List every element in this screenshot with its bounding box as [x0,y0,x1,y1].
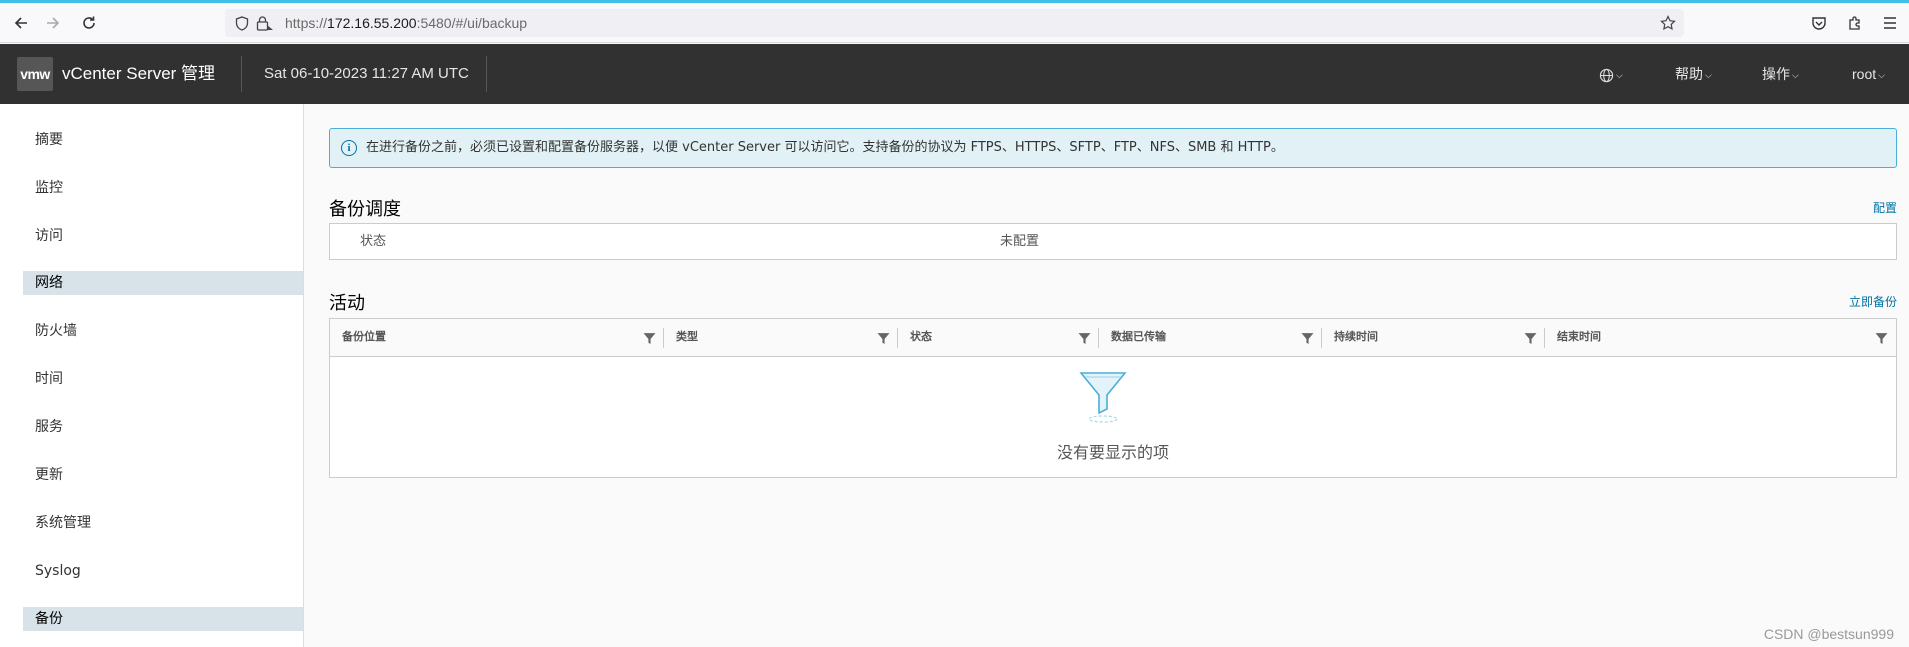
actions-menu[interactable]: 操作 ⌵ [1762,44,1799,104]
sidebar-item-access[interactable]: 访问 [23,224,303,248]
activity-grid: 备份位置 类型 状态 数据已传输 持续时间 结束时间 没有要显示的项 [329,318,1897,478]
url-text[interactable]: https://172.16.55.200:5480/#/ui/backup [285,9,527,37]
alert-text: 在进行备份之前，必须已设置和配置备份服务器，以便 vCenter Server … [366,140,1284,155]
schedule-status-label: 状态 [360,234,387,249]
chevron-down-icon: ⌵ [1792,70,1799,80]
backup-now-link[interactable]: 立即备份 [1849,293,1897,310]
user-menu-label: root [1852,66,1877,82]
header-datetime: Sat 06-10-2023 11:27 AM UTC [264,65,469,82]
column-label: 备份位置 [342,330,386,343]
column-header-end-time[interactable]: 结束时间 [1545,319,1896,357]
sidebar-item-syslog[interactable]: Syslog [23,559,303,583]
column-header-duration[interactable]: 持续时间 [1322,319,1545,357]
chevron-down-icon: ⌵ [1616,70,1623,80]
column-header-type[interactable]: 类型 [664,319,898,357]
hamburger-menu-icon[interactable] [1876,3,1904,43]
column-header-backup-location[interactable]: 备份位置 [330,319,664,357]
browser-toolbar: https://172.16.55.200:5480/#/ui/backup [0,3,1909,43]
filter-icon[interactable] [877,332,890,345]
backup-schedule-title: 备份调度 [329,199,401,220]
column-label: 持续时间 [1334,330,1378,343]
sidebar-item-firewall[interactable]: 防火墙 [23,319,303,343]
configure-link[interactable]: 配置 [1873,199,1897,216]
sidebar-item-monitor[interactable]: 监控 [23,176,303,200]
info-alert: i 在进行备份之前，必须已设置和配置备份服务器，以便 vCenter Serve… [329,128,1897,168]
column-label: 数据已传输 [1111,330,1166,343]
column-header-status[interactable]: 状态 [898,319,1099,357]
bookmark-star-icon[interactable] [1657,9,1679,37]
filter-icon[interactable] [1524,332,1537,345]
info-icon: i [341,140,357,156]
empty-state-text: 没有要显示的项 [1056,443,1169,462]
actions-menu-label: 操作 [1762,66,1790,82]
vmware-logo[interactable]: vmw [17,57,53,91]
sidebar-item-services[interactable]: 服务 [23,415,303,439]
address-bar[interactable]: https://172.16.55.200:5480/#/ui/backup [225,9,1684,37]
column-header-data-transferred[interactable]: 数据已传输 [1099,319,1322,357]
chevron-down-icon: ⌵ [1878,70,1885,80]
filter-icon[interactable] [1078,332,1091,345]
sidebar-item-administration[interactable]: 系统管理 [23,511,303,535]
help-menu[interactable]: 帮助 ⌵ [1675,44,1712,104]
sidebar-nav: 摘要 监控 访问 网络 防火墙 时间 服务 更新 系统管理 Syslog 备份 [0,104,304,647]
column-label: 类型 [676,330,698,343]
schedule-status-value: 未配置 [1000,234,1040,249]
extensions-icon[interactable] [1841,3,1869,43]
help-menu-label: 帮助 [1675,66,1703,82]
forward-arrow-icon[interactable] [38,3,68,43]
header-divider [486,56,487,92]
sidebar-item-update[interactable]: 更新 [23,463,303,487]
chevron-down-icon: ⌵ [1705,70,1712,80]
filter-icon[interactable] [643,332,656,345]
grid-header: 备份位置 类型 状态 数据已传输 持续时间 结束时间 [330,319,1896,357]
language-menu[interactable]: ⌵ [1599,44,1623,104]
column-label: 结束时间 [1557,330,1601,343]
pocket-icon[interactable] [1805,3,1833,43]
sidebar-item-networking[interactable]: 网络 [23,271,303,295]
lock-warning-icon[interactable] [253,9,277,37]
empty-funnel-icon [1079,372,1127,423]
sidebar-item-time[interactable]: 时间 [23,367,303,391]
column-label: 状态 [910,330,932,343]
filter-icon[interactable] [1301,332,1314,345]
reload-icon[interactable] [74,3,104,43]
app-header: vmw vCenter Server 管理 Sat 06-10-2023 11:… [0,44,1909,104]
filter-icon[interactable] [1875,332,1888,345]
app-title: vCenter Server 管理 [62,64,216,83]
activity-title: 活动 [329,293,365,314]
user-menu[interactable]: root ⌵ [1852,44,1885,104]
back-arrow-icon[interactable] [6,3,36,43]
sidebar-item-backup[interactable]: 备份 [23,607,303,631]
backup-schedule-panel: 状态 未配置 [329,223,1897,260]
header-divider [241,56,242,92]
shield-icon[interactable] [231,9,253,37]
sidebar-item-summary[interactable]: 摘要 [23,128,303,152]
globe-icon [1599,68,1614,82]
watermark: CSDN @bestsun999 [1763,626,1894,642]
main-content: i 在进行备份之前，必须已设置和配置备份服务器，以便 vCenter Serve… [305,104,1909,647]
